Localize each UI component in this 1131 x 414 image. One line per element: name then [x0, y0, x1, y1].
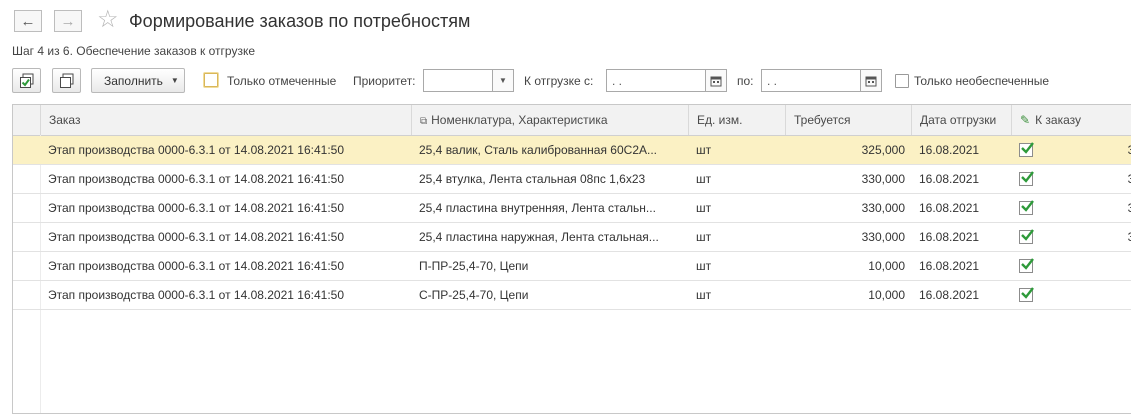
checkmark-icon	[1021, 287, 1034, 299]
column-header-item-label: Номенклатура, Характеристика	[431, 113, 608, 127]
fill-button-label: Заполнить	[104, 73, 163, 88]
cell-item: 25,4 пластина внутренняя, Лента стальн..…	[419, 201, 656, 215]
table-row[interactable]: Этап производства 0000-6.3.1 от 14.08.20…	[13, 136, 1131, 165]
cell-ship-date: 16.08.2021	[919, 143, 980, 157]
header-marker-cell	[13, 105, 40, 135]
checkmark-icon	[1021, 171, 1034, 183]
cell-ship-date: 16.08.2021	[919, 172, 980, 186]
checkmark-icon	[1021, 142, 1034, 154]
table-header: Заказ ⧉ Номенклатура, Характеристика Ед. …	[13, 105, 1131, 136]
priority-field[interactable]	[423, 69, 493, 92]
priority-label: Приоритет:	[353, 74, 416, 88]
cell-required: 330,000	[861, 172, 905, 186]
cell-unit: шт	[696, 288, 712, 302]
ship-to-field[interactable]: . .	[761, 69, 861, 92]
only-unsecured-checkbox[interactable]	[895, 74, 909, 88]
fill-button[interactable]: Заполнить ▼	[91, 68, 185, 93]
cell-to-order: 1	[1041, 252, 1131, 280]
cell-to-order: 1	[1041, 281, 1131, 309]
column-header-to-order[interactable]: ✎ К заказу	[1011, 105, 1131, 135]
cell-order: Этап производства 0000-6.3.1 от 14.08.20…	[48, 259, 344, 273]
check-all-button[interactable]	[12, 68, 41, 93]
priority-dropdown-button[interactable]: ▼	[492, 69, 514, 92]
cell-required: 330,000	[861, 230, 905, 244]
chevron-down-icon: ▼	[499, 76, 507, 85]
cell-item: 25,4 валик, Сталь калиброванная 60С2А...	[419, 143, 657, 157]
row-checkbox[interactable]	[1019, 258, 1034, 273]
cell-unit: шт	[696, 143, 712, 157]
ship-from-calendar-button[interactable]	[705, 69, 727, 92]
cell-order: Этап производства 0000-6.3.1 от 14.08.20…	[48, 143, 344, 157]
cell-to-order: 32	[1041, 136, 1131, 164]
column-header-item[interactable]: ⧉ Номенклатура, Характеристика	[411, 105, 688, 135]
cell-required: 10,000	[868, 259, 905, 273]
column-header-ship-date[interactable]: Дата отгрузки	[911, 105, 1011, 135]
checkmark-icon	[1021, 200, 1034, 212]
step-caption: Шаг 4 из 6. Обеспечение заказов к отгруз…	[12, 44, 255, 58]
hierarchy-icon: ⧉	[420, 116, 428, 127]
cell-item: П-ПР-25,4-70, Цепи	[419, 259, 529, 273]
checkmark-icon	[1021, 258, 1034, 270]
table-row[interactable]: Этап производства 0000-6.3.1 от 14.08.20…	[13, 223, 1131, 252]
ship-to-label: по:	[737, 74, 754, 88]
back-button[interactable]: ←	[14, 10, 42, 32]
table-row[interactable]: Этап производства 0000-6.3.1 от 14.08.20…	[13, 281, 1131, 310]
table-row[interactable]: Этап производства 0000-6.3.1 от 14.08.20…	[13, 194, 1131, 223]
cell-unit: шт	[696, 201, 712, 215]
only-unsecured-label: Только необеспеченные	[914, 74, 1050, 88]
only-checked-checkbox[interactable]	[204, 73, 218, 87]
table-row[interactable]: Этап производства 0000-6.3.1 от 14.08.20…	[13, 165, 1131, 194]
pencil-icon: ✎	[1020, 113, 1031, 127]
cell-ship-date: 16.08.2021	[919, 288, 980, 302]
cell-to-order: 33	[1041, 194, 1131, 222]
table-row[interactable]: Этап производства 0000-6.3.1 от 14.08.20…	[13, 252, 1131, 281]
cell-to-order: 33	[1041, 165, 1131, 193]
cell-required: 325,000	[861, 143, 905, 157]
cell-unit: шт	[696, 230, 712, 244]
row-checkbox[interactable]	[1019, 200, 1034, 215]
cell-required: 330,000	[861, 201, 905, 215]
column-header-unit[interactable]: Ед. изм.	[688, 105, 785, 135]
cell-item: 25,4 пластина наружная, Лента стальная..…	[419, 230, 659, 244]
cell-order: Этап производства 0000-6.3.1 от 14.08.20…	[48, 230, 344, 244]
cell-ship-date: 16.08.2021	[919, 259, 980, 273]
only-checked-label: Только отмеченные	[227, 74, 337, 88]
ship-to-calendar-button[interactable]	[860, 69, 882, 92]
column-header-to-order-label: К заказу	[1035, 113, 1081, 127]
cell-to-order: 33	[1041, 223, 1131, 251]
cell-ship-date: 16.08.2021	[919, 201, 980, 215]
check-all-icon	[19, 73, 33, 88]
ship-from-field[interactable]: . .	[606, 69, 706, 92]
calendar-icon	[865, 76, 877, 86]
cell-order: Этап производства 0000-6.3.1 от 14.08.20…	[48, 201, 344, 215]
uncheck-all-icon	[59, 73, 73, 88]
cell-item: С-ПР-25,4-70, Цепи	[419, 288, 529, 302]
favorite-star-icon[interactable]: ☆	[97, 6, 119, 34]
ship-from-label: К отгрузке с:	[524, 74, 594, 88]
dropdown-arrow-icon: ▼	[170, 76, 179, 85]
cell-unit: шт	[696, 259, 712, 273]
checkmark-icon	[1021, 229, 1034, 241]
orders-table: Заказ ⧉ Номенклатура, Характеристика Ед. …	[12, 104, 1131, 414]
row-checkbox[interactable]	[1019, 171, 1034, 186]
cell-item: 25,4 втулка, Лента стальная 08пс 1,6х23	[419, 172, 646, 186]
row-checkbox[interactable]	[1019, 142, 1034, 157]
cell-order: Этап производства 0000-6.3.1 от 14.08.20…	[48, 172, 344, 186]
row-checkbox[interactable]	[1019, 229, 1034, 244]
page-title: Формирование заказов по потребностям	[129, 11, 471, 31]
cell-ship-date: 16.08.2021	[919, 230, 980, 244]
column-header-required[interactable]: Требуется	[785, 105, 911, 135]
row-checkbox[interactable]	[1019, 287, 1034, 302]
uncheck-all-button[interactable]	[52, 68, 81, 93]
arrow-left-icon: ←	[20, 12, 36, 30]
arrow-right-icon: →	[60, 12, 76, 30]
column-header-order[interactable]: Заказ	[40, 105, 411, 135]
calendar-icon	[710, 76, 722, 86]
forward-button[interactable]: →	[54, 10, 82, 32]
cell-required: 10,000	[868, 288, 905, 302]
cell-order: Этап производства 0000-6.3.1 от 14.08.20…	[48, 288, 344, 302]
cell-unit: шт	[696, 172, 712, 186]
